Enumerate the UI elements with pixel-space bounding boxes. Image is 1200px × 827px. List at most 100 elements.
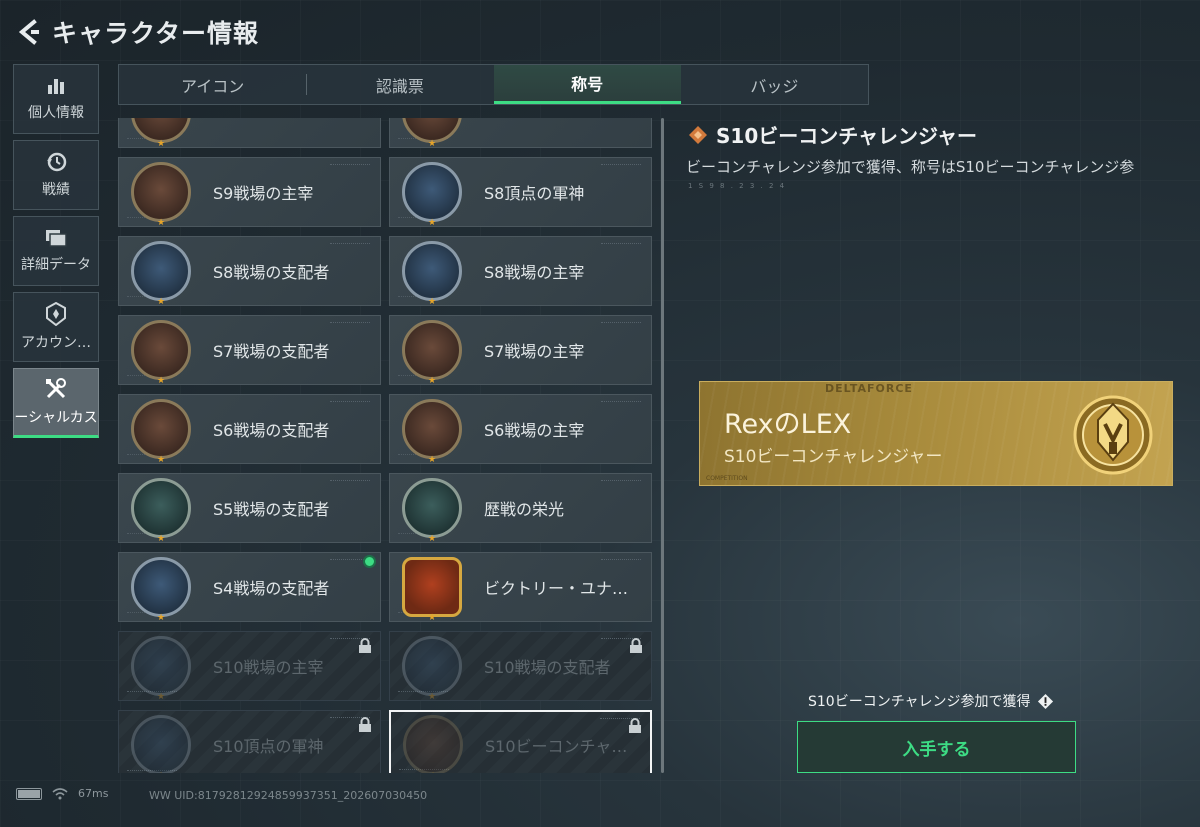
colosseum-emblem-icon: [131, 636, 191, 696]
missile-emblem-icon: [131, 557, 191, 617]
scrollbar[interactable]: [661, 118, 664, 773]
title-card[interactable]: S9戦場の主宰: [118, 157, 381, 227]
diamond-emblem-icon: [689, 125, 707, 144]
banner-footer: COMPETITION: [706, 475, 748, 482]
card-decoration: [601, 322, 641, 326]
title-card[interactable]: S7戦場の支配者: [118, 315, 381, 385]
title-card[interactable]: 歴戦の栄光: [389, 473, 652, 543]
title-card-label: S5戦場の支配者: [213, 500, 330, 519]
title-card[interactable]: S8頂点の軍神: [389, 157, 652, 227]
striped-orb-emblem-icon: [402, 162, 462, 222]
warning-info-icon[interactable]: [1037, 693, 1054, 710]
side-nav-social-customize[interactable]: ーシャルカス: [13, 368, 99, 438]
title-card[interactable]: [118, 118, 381, 148]
side-nav-label: 個人情報: [28, 105, 84, 121]
title-card-label: S6戦場の主宰: [484, 421, 585, 440]
side-nav-label: ーシャルカス: [14, 410, 98, 426]
plane-emblem-icon: [402, 636, 462, 696]
detail-title-text: S10ビーコンチャレンジャー: [716, 124, 978, 148]
title-card-label: S8戦場の主宰: [484, 263, 585, 282]
crossed-flags-emblem-icon: [402, 399, 462, 459]
side-nav-personal-info[interactable]: 個人情報: [13, 64, 99, 134]
card-decoration: [330, 164, 370, 168]
unlock-condition: S10ビーコンチャレンジ参加で獲得: [808, 691, 1054, 711]
unlock-condition-text: S10ビーコンチャレンジ参加で獲得: [808, 694, 1031, 710]
back-arrow-icon[interactable]: [14, 17, 42, 47]
banner-brand: DELTAFORCE: [825, 382, 913, 395]
battery-icon: [16, 787, 42, 800]
title-card[interactable]: S8戦場の主宰: [389, 236, 652, 306]
detail-title: S10ビーコンチャレンジャー: [688, 120, 977, 149]
title-card-label: S7戦場の主宰: [484, 342, 585, 361]
card-decoration: [601, 164, 641, 168]
title-list[interactable]: S9戦場の主宰 S8頂点の軍神 S8戦場の支配者 S8戦場の主宰 S7戦場の支配者 S7戦…: [118, 118, 654, 773]
tower-emblem-icon: [131, 715, 191, 773]
title-card[interactable]: S6戦場の支配者: [118, 394, 381, 464]
banner-player-name: RexのLEX: [724, 409, 852, 440]
clock-icon: [47, 152, 67, 172]
lock-icon: [358, 717, 372, 733]
side-nav-label: 戦績: [42, 182, 70, 198]
title-card-label: S8戦場の支配者: [213, 263, 330, 282]
lock-icon: [629, 638, 643, 654]
title-card[interactable]: S10戦場の支配者: [389, 631, 652, 701]
title-grid: S9戦場の主宰 S8頂点の軍神 S8戦場の支配者 S8戦場の主宰 S7戦場の支配者 S7戦…: [118, 118, 652, 773]
title-card-label: S10戦場の支配者: [484, 658, 611, 677]
ping-text: 67ms: [78, 787, 109, 800]
title-card[interactable]: S10頂点の軍神: [118, 710, 381, 773]
card-decoration: [330, 322, 370, 326]
title-card[interactable]: S10戦場の主宰: [118, 631, 381, 701]
title-card[interactable]: S4戦場の支配者: [118, 552, 381, 622]
card-decoration: [601, 401, 641, 405]
new-indicator-dot: [363, 555, 376, 568]
card-decoration: [601, 480, 641, 484]
side-nav-record[interactable]: 戦績: [13, 140, 99, 210]
title-card[interactable]: [389, 118, 652, 148]
trophy-emblem-icon: [402, 478, 462, 538]
title-banner-preview: DELTAFORCE RexのLEX S10ビーコンチャレンジャー COMPET…: [699, 381, 1173, 486]
tab-title[interactable]: 称号: [493, 65, 681, 104]
lock-icon: [628, 718, 642, 734]
card-decoration: [330, 401, 370, 405]
mushroom-cloud-emblem-icon: [131, 162, 191, 222]
obtain-button[interactable]: 入手する: [797, 721, 1076, 773]
tab-badge[interactable]: バッジ: [681, 65, 868, 104]
jet-emblem-icon: [131, 399, 191, 459]
detail-subtext: 1 S 9 8 . 2 3 . 2 4: [688, 182, 787, 190]
title-card-label: S4戦場の支配者: [213, 579, 330, 598]
side-nav-label: 詳細データ: [21, 257, 91, 273]
beacon-emblem-icon: [403, 715, 463, 773]
boat-emblem-icon: [131, 478, 191, 538]
armored-car-emblem-icon: [131, 320, 191, 380]
side-nav-account[interactable]: アカウン…: [13, 292, 99, 362]
side-nav-detail-data[interactable]: 詳細データ: [13, 216, 99, 286]
side-nav: 個人情報 戦績 詳細データ アカウン… ーシャルカス: [13, 64, 100, 444]
title-card-label: S8頂点の軍神: [484, 184, 585, 203]
title-card-label: S10戦場の主宰: [213, 658, 324, 677]
badge-icon: [46, 302, 66, 326]
tab-icon[interactable]: アイコン: [119, 65, 306, 104]
uid-text: WW UID:817928129248599373​51_20260703045…: [149, 789, 428, 802]
tab-dogtag[interactable]: 認識票: [306, 65, 493, 104]
title-card[interactable]: ビクトリー・ユナ…: [389, 552, 652, 622]
page-title: キャラクター情報: [52, 19, 260, 48]
folder-icon: [46, 230, 67, 247]
side-nav-label: アカウン…: [21, 335, 91, 351]
banner-title: S10ビーコンチャレンジャー: [724, 447, 943, 467]
title-card[interactable]: S6戦場の主宰: [389, 394, 652, 464]
title-card-label: 歴戦の栄光: [484, 500, 565, 519]
title-card[interactable]: S8戦場の支配者: [118, 236, 381, 306]
card-decoration: [330, 480, 370, 484]
title-card[interactable]: S5戦場の支配者: [118, 473, 381, 543]
medal-emblem-icon: [402, 557, 462, 617]
card-decoration: [330, 243, 370, 247]
detail-description: ビーコンチャレンジ参加で獲得、称号はS10ビーコンチャレンジ参: [686, 158, 1135, 176]
title-card[interactable]: S7戦場の主宰: [389, 315, 652, 385]
skyscraper-emblem-icon: [402, 241, 462, 301]
title-card-label: S9戦場の主宰: [213, 184, 314, 203]
bar-chart-icon: [48, 79, 64, 94]
wifi-icon: [52, 787, 68, 799]
card-decoration: [601, 243, 641, 247]
title-card[interactable]: S10ビーコンチャ…: [389, 710, 652, 773]
beacon-emblem-icon: [1073, 395, 1153, 475]
